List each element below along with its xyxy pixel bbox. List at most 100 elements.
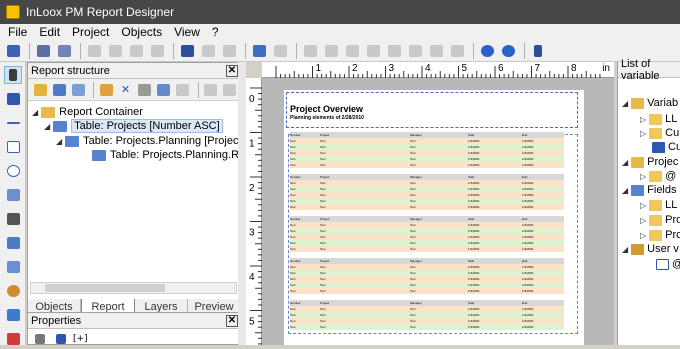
chart-tool-icon[interactable] xyxy=(4,306,22,324)
expand-arrow-icon[interactable]: ▷ xyxy=(640,115,646,124)
zoom-in-icon[interactable] xyxy=(178,42,196,60)
print-icon[interactable] xyxy=(34,42,52,60)
bring-front-icon[interactable] xyxy=(448,42,466,60)
distribute-icon[interactable] xyxy=(427,42,445,60)
zoom-out-icon[interactable] xyxy=(199,42,217,60)
collapse-arrow-icon[interactable]: ◢ xyxy=(622,99,628,108)
report-table-area[interactable]: Number Project Manager Start End Text Text Text… xyxy=(290,132,564,336)
report-table-block[interactable]: Number Project Manager Start End Text Text Text… xyxy=(290,258,564,294)
move-up-icon[interactable] xyxy=(203,81,219,99)
expand-arrow-icon[interactable]: ▷ xyxy=(640,216,646,225)
collapse-arrow-icon[interactable]: ◢ xyxy=(32,108,38,117)
report-table-block[interactable]: Number Project Manager Start End Text Text Text… xyxy=(290,216,564,252)
ellipse-tool-icon[interactable] xyxy=(4,162,22,180)
var-node[interactable]: ▷ @ xyxy=(640,169,676,183)
align-bottom-icon[interactable] xyxy=(385,42,403,60)
zoom-fit-icon[interactable] xyxy=(220,42,238,60)
var-label: Projec xyxy=(647,156,679,168)
left-panel-splitter[interactable] xyxy=(238,62,246,345)
categorized-icon[interactable] xyxy=(31,330,49,348)
align-center-icon[interactable] xyxy=(322,42,340,60)
text-tool-icon[interactable] xyxy=(4,90,22,108)
new-table-icon[interactable] xyxy=(51,81,67,99)
menu-objects[interactable]: Objects xyxy=(115,25,168,39)
collapse-arrow-icon[interactable]: ◢ xyxy=(44,122,50,131)
crosstab-tool-icon[interactable] xyxy=(4,330,22,348)
scrollbar-thumb[interactable] xyxy=(45,284,165,292)
tree-item-table-projects[interactable]: ◢ Table: Projects [Number ASC] xyxy=(44,119,223,133)
context-help-icon[interactable] xyxy=(499,42,517,60)
print-preview-icon[interactable] xyxy=(55,42,73,60)
help-icon[interactable] xyxy=(478,42,496,60)
rectangle-tool-icon[interactable] xyxy=(4,138,22,156)
collapse-arrow-icon[interactable]: ◢ xyxy=(622,158,628,167)
close-icon[interactable]: ✕ xyxy=(226,314,238,327)
refresh-icon[interactable] xyxy=(250,42,268,60)
user-object-icon[interactable] xyxy=(4,282,22,300)
undo-icon[interactable] xyxy=(148,42,166,60)
add-field-icon[interactable] xyxy=(70,81,86,99)
var-node-project[interactable]: ◢ Projec xyxy=(622,155,678,169)
expand-arrow-icon[interactable]: ▷ xyxy=(640,129,646,138)
var-node-variables[interactable]: ◢ Variab xyxy=(622,96,678,110)
var-node[interactable]: ▷ LL xyxy=(640,198,677,212)
book-icon[interactable] xyxy=(529,42,547,60)
horizontal-scrollbar[interactable] xyxy=(30,282,237,294)
var-node[interactable]: @ xyxy=(656,257,680,271)
collapse-arrow-icon[interactable]: ◢ xyxy=(622,186,628,195)
collapse-arrow-icon[interactable]: ◢ xyxy=(622,245,628,254)
tree-item-table-planning[interactable]: ◢ Table: Projects.Planning [Project2R xyxy=(56,134,241,148)
report-table-block[interactable]: Number Project Manager Start End Text Text Text… xyxy=(290,132,564,168)
report-table-block[interactable]: Number Project Manager Start End Text Text Text… xyxy=(290,300,564,330)
var-node[interactable]: ▷ LL xyxy=(640,112,677,126)
drawing-tool-icon[interactable] xyxy=(4,186,22,204)
expand-label[interactable]: [+] xyxy=(73,334,88,344)
tree-item-table-resources[interactable]: Table: Projects.Planning.Resour xyxy=(92,148,241,162)
expand-arrow-icon[interactable]: ▷ xyxy=(640,172,646,181)
var-node-fields[interactable]: ◢ Fields xyxy=(622,183,677,197)
copy-icon[interactable] xyxy=(156,81,172,99)
report-table-block[interactable]: Number Project Manager Start End Text Text Text… xyxy=(290,174,564,210)
line-tool-icon[interactable] xyxy=(4,114,22,132)
var-node[interactable]: ▷ Cu xyxy=(640,126,679,140)
paste-icon[interactable] xyxy=(175,81,191,99)
delete-icon[interactable]: ✕ xyxy=(117,81,133,99)
menu-view[interactable]: View xyxy=(168,25,206,39)
report-subtitle[interactable]: Planning elements of 2/28/2010 xyxy=(290,115,364,121)
copy-icon[interactable] xyxy=(106,42,124,60)
report-title[interactable]: Project Overview xyxy=(290,104,363,114)
sort-alpha-icon[interactable] xyxy=(52,330,70,348)
form-tool-icon[interactable] xyxy=(4,258,22,276)
menu-edit[interactable]: Edit xyxy=(33,25,66,39)
same-size-icon[interactable] xyxy=(406,42,424,60)
new-container-icon[interactable] xyxy=(32,81,48,99)
menu-help[interactable]: ? xyxy=(206,25,225,39)
table-tool-icon[interactable] xyxy=(4,234,22,252)
collapse-arrow-icon[interactable]: ◢ xyxy=(56,137,62,146)
close-icon[interactable]: ✕ xyxy=(226,64,238,77)
object-properties-icon[interactable] xyxy=(271,42,289,60)
paste-icon[interactable] xyxy=(127,42,145,60)
align-right-icon[interactable] xyxy=(343,42,361,60)
align-left-icon[interactable] xyxy=(301,42,319,60)
move-down-icon[interactable] xyxy=(222,81,238,99)
expand-arrow-icon[interactable]: ▷ xyxy=(640,231,646,240)
var-node[interactable]: ▷ Pro xyxy=(640,228,680,242)
var-node[interactable]: ▷ Pro xyxy=(640,213,680,227)
select-tool-icon[interactable] xyxy=(4,66,22,84)
save-icon[interactable] xyxy=(4,42,22,60)
row-cell: Text xyxy=(410,139,416,143)
menu-project[interactable]: Project xyxy=(66,25,115,39)
properties-icon[interactable] xyxy=(98,81,114,99)
align-top-icon[interactable] xyxy=(364,42,382,60)
expand-arrow-icon[interactable]: ▷ xyxy=(640,201,646,210)
design-canvas[interactable]: Project Overview Planning elements of 2/… xyxy=(262,78,614,345)
tree-item-report-container[interactable]: ◢ Report Container xyxy=(32,105,143,119)
cut-icon[interactable] xyxy=(137,81,153,99)
barcode-tool-icon[interactable] xyxy=(4,210,22,228)
cut-icon[interactable] xyxy=(85,42,103,60)
var-node-user-variables[interactable]: ◢ User v xyxy=(622,242,679,256)
var-node[interactable]: Cu xyxy=(652,140,680,154)
report-page[interactable]: Project Overview Planning elements of 2/… xyxy=(284,90,584,345)
menu-file[interactable]: File xyxy=(2,25,33,39)
